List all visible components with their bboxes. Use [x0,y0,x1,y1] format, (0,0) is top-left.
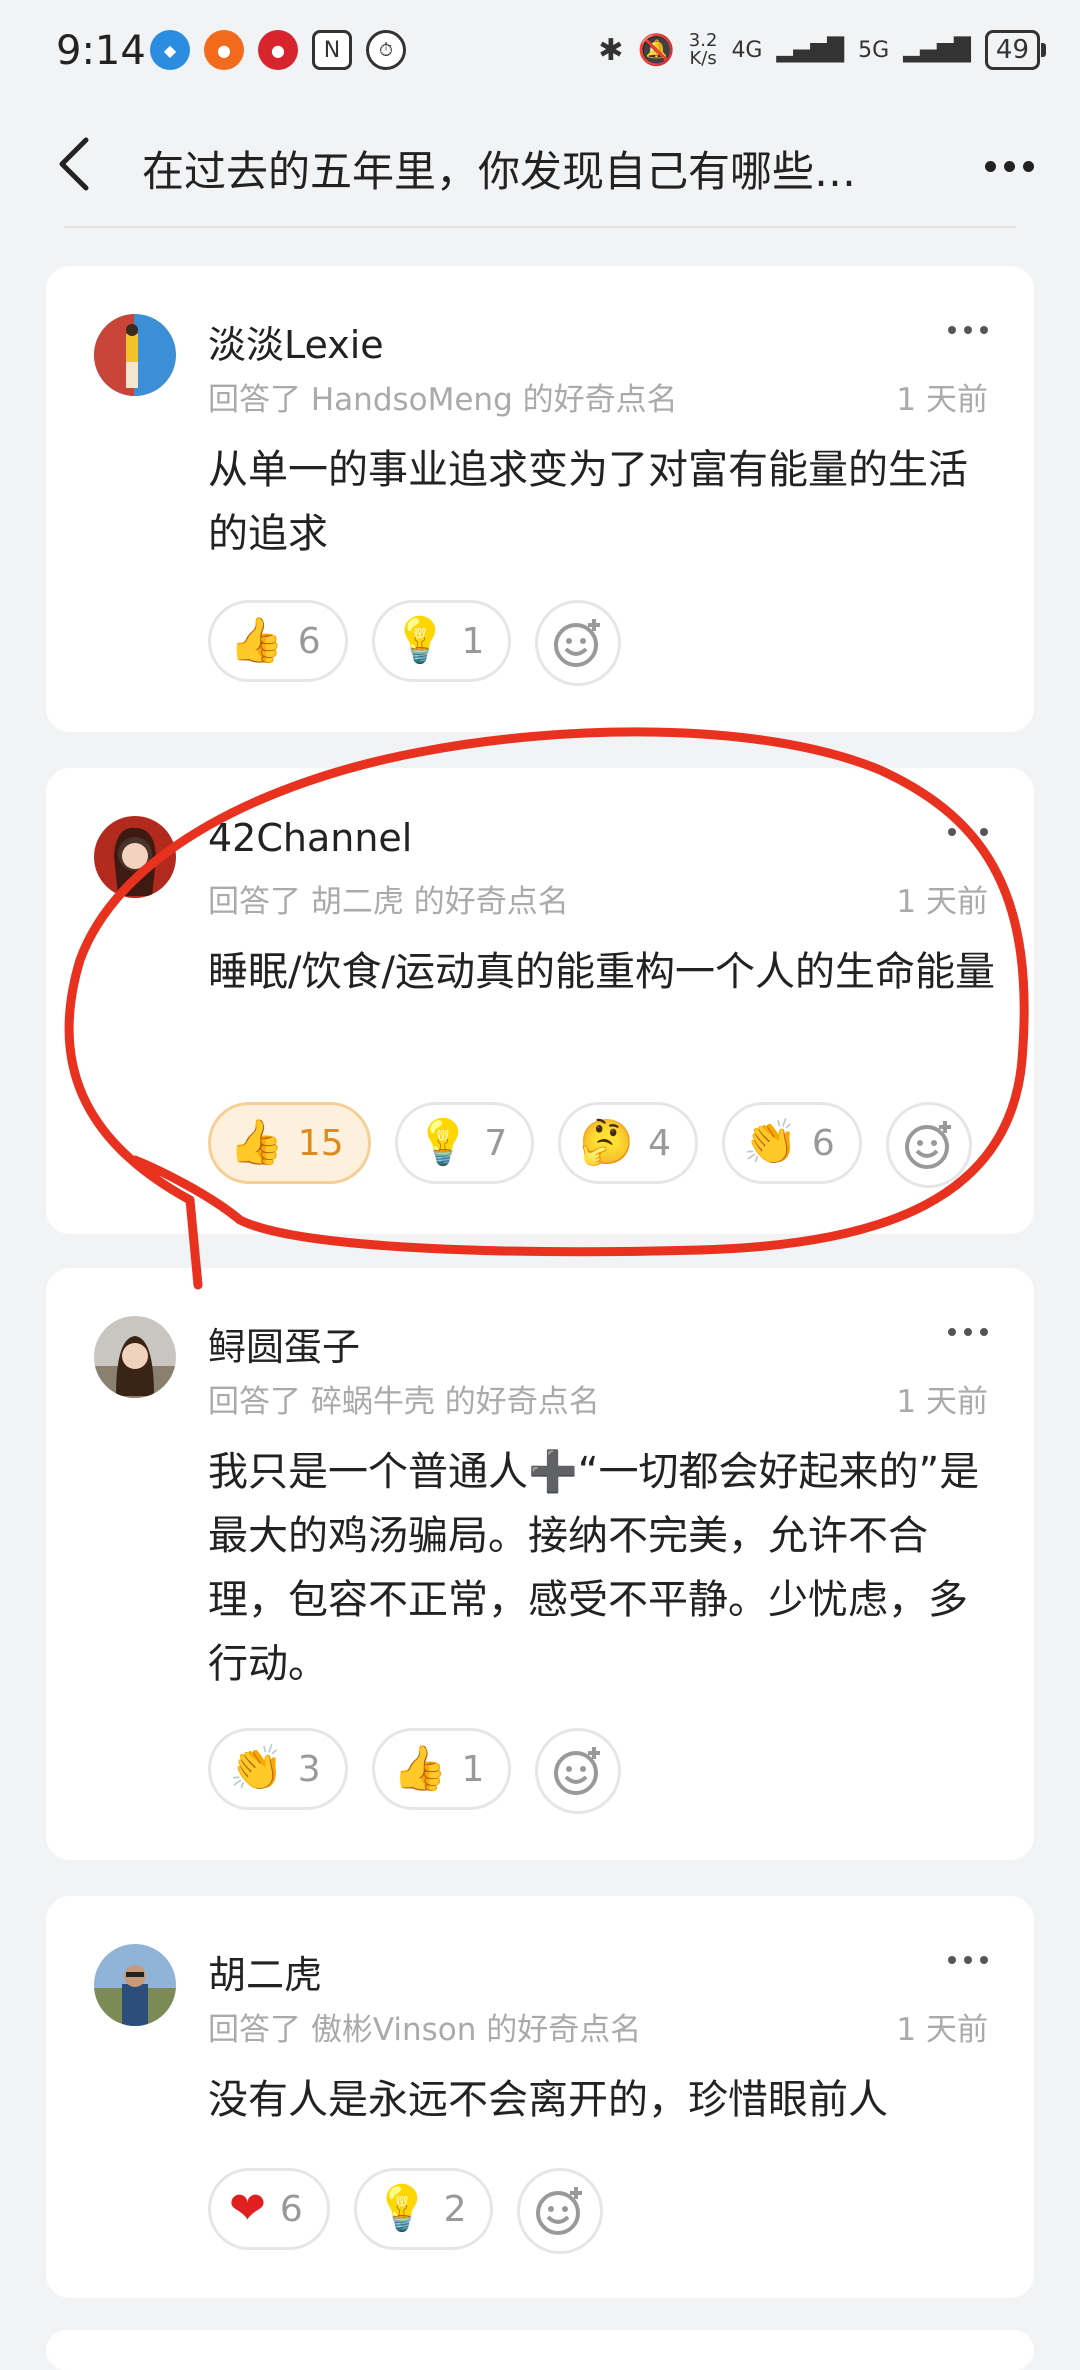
reaction-bar: 👍 15 💡 7 🤔 4 👏 6 [208,1102,972,1188]
timestamp: 1 天前 [896,2012,988,2048]
signal-bars-icon: ▂▄▆█ [903,37,971,63]
add-emoji-icon [554,619,601,667]
clapping-hands-icon: 👏 [229,1743,284,1794]
thinking-face-icon: 🤔 [579,1117,635,1168]
reaction-thumbs-up[interactable]: 👍 15 [208,1102,371,1184]
add-reaction-button[interactable] [517,2168,604,2254]
nfc-icon: N [312,30,352,70]
status-time: 9:14 [56,28,146,74]
answer-text[interactable]: 睡眠/饮食/运动真的能重构一个人的生命能量 [208,940,998,1004]
add-reaction-button[interactable] [535,600,622,686]
header-divider [64,226,1016,228]
app-notification-icon: ● [258,30,298,70]
author-name[interactable]: 淡淡Lexie [208,314,384,369]
signal-bars-icon: ▂▄▆█ [776,37,845,63]
author-name[interactable]: 42Channel [208,816,412,860]
reaction-heart[interactable]: ❤ 6 [208,2168,330,2250]
answer-meta: 回答了 HandsoMeng 的好奇点名 [208,382,678,418]
target-user[interactable]: HandsoMeng [311,382,513,418]
timestamp: 1 天前 [896,1384,988,1420]
answer-card[interactable] [46,2330,1034,2370]
reaction-thumbs-up[interactable]: 👍 6 [208,600,348,682]
signal-5g: 5G [858,37,890,63]
reaction-thumbs-up[interactable]: 👍 1 [371,1728,512,1810]
network-speed: 3.2 K/s [688,30,718,69]
author-name[interactable]: 鲟圆蛋子 [208,1316,360,1371]
avatar[interactable] [94,314,176,396]
reaction-lightbulb[interactable]: 💡 7 [394,1102,535,1184]
page-title: 在过去的五年里，你发现自己有哪些… [142,147,857,196]
bluetooth-icon: ✱ [598,32,624,68]
answer-text[interactable]: 我只是一个普通人➕“一切都会好起来的”是最大的鸡汤骗局。接纳不完美，允许不合理，… [208,1440,998,1696]
lightbulb-icon: 💡 [374,2183,430,2234]
more-options-icon[interactable] [948,828,988,836]
target-user[interactable]: 胡二虎 [311,884,404,920]
battery-indicator: 49 [984,30,1047,70]
more-options-icon[interactable] [974,136,1044,196]
answer-card[interactable]: 42Channel 回答了 胡二虎 的好奇点名 1 天前 睡眠/饮食/运动真的能… [46,768,1034,1234]
answer-card[interactable]: 淡淡Lexie 回答了 HandsoMeng 的好奇点名 1 天前 从单一的事业… [46,266,1034,732]
app-notification-icon: ● [204,30,244,70]
reaction-clapping[interactable]: 👏 3 [208,1728,348,1810]
alarm-icon: ⏱ [366,30,406,70]
back-arrow-icon[interactable] [48,134,108,194]
timestamp: 1 天前 [896,382,988,418]
answer-text[interactable]: 从单一的事业追求变为了对富有能量的生活的追求 [208,438,998,566]
answer-meta: 回答了 碎蜗牛壳 的好奇点名 [208,1384,600,1420]
app-notification-icon: ◆ [150,30,190,70]
reaction-thinking[interactable]: 🤔 4 [558,1102,699,1184]
add-emoji-icon [554,1747,601,1795]
reaction-bar: 👏 3 👍 1 [208,1728,622,1814]
status-indicators: ✱ 🔕 3.2 K/s 4G ▂▄▆█ 5G ▂▄▆█ 49 [598,30,1047,70]
reaction-lightbulb[interactable]: 💡 2 [353,2168,494,2250]
thumbs-up-icon: 👍 [229,615,284,666]
thumbs-up-icon: 👍 [229,1117,284,1168]
add-reaction-button[interactable] [535,1728,622,1814]
signal-4g: 4G [731,37,763,63]
status-app-icons: ◆ ● ● N ⏱ [150,30,406,70]
author-name[interactable]: 胡二虎 [208,1944,322,1999]
clapping-hands-icon: 👏 [743,1117,798,1168]
more-options-icon[interactable] [948,1328,988,1336]
answer-card[interactable]: 胡二虎 回答了 傲彬Vinson 的好奇点名 1 天前 没有人是永远不会离开的，… [46,1896,1034,2298]
avatar[interactable] [94,816,176,898]
add-emoji-icon [904,1121,951,1169]
navigation-bar: 在过去的五年里，你发现自己有哪些… [0,110,1080,220]
lightbulb-icon: 💡 [392,615,448,666]
target-user[interactable]: 碎蜗牛壳 [311,1384,435,1420]
add-reaction-button[interactable] [885,1102,972,1188]
timestamp: 1 天前 [896,884,988,920]
status-bar: 9:14 ◆ ● ● N ⏱ ✱ 🔕 3.2 K/s 4G ▂▄▆█ 5G ▂▄… [0,0,1080,110]
avatar[interactable] [94,1944,176,2026]
reaction-bar: ❤ 6 💡 2 [208,2168,604,2254]
add-emoji-icon [536,2187,583,2235]
answer-card[interactable]: 鲟圆蛋子 回答了 碎蜗牛壳 的好奇点名 1 天前 我只是一个普通人➕“一切都会好… [46,1268,1034,1860]
avatar[interactable] [94,1316,176,1398]
answer-meta: 回答了 胡二虎 的好奇点名 [208,884,569,920]
thumbs-up-icon: 👍 [392,1743,448,1794]
reaction-lightbulb[interactable]: 💡 1 [371,600,512,682]
reaction-bar: 👍 6 💡 1 [208,600,622,686]
reaction-clapping[interactable]: 👏 6 [722,1102,862,1184]
heart-icon: ❤ [229,2183,266,2234]
target-user[interactable]: 傲彬Vinson [311,2012,477,2048]
answer-text[interactable]: 没有人是永远不会离开的，珍惜眼前人 [208,2068,998,2132]
answer-meta: 回答了 傲彬Vinson 的好奇点名 [208,2012,642,2048]
more-options-icon[interactable] [948,1956,988,1964]
mute-icon: 🔕 [637,32,675,68]
more-options-icon[interactable] [948,326,988,334]
lightbulb-icon: 💡 [415,1117,471,1168]
